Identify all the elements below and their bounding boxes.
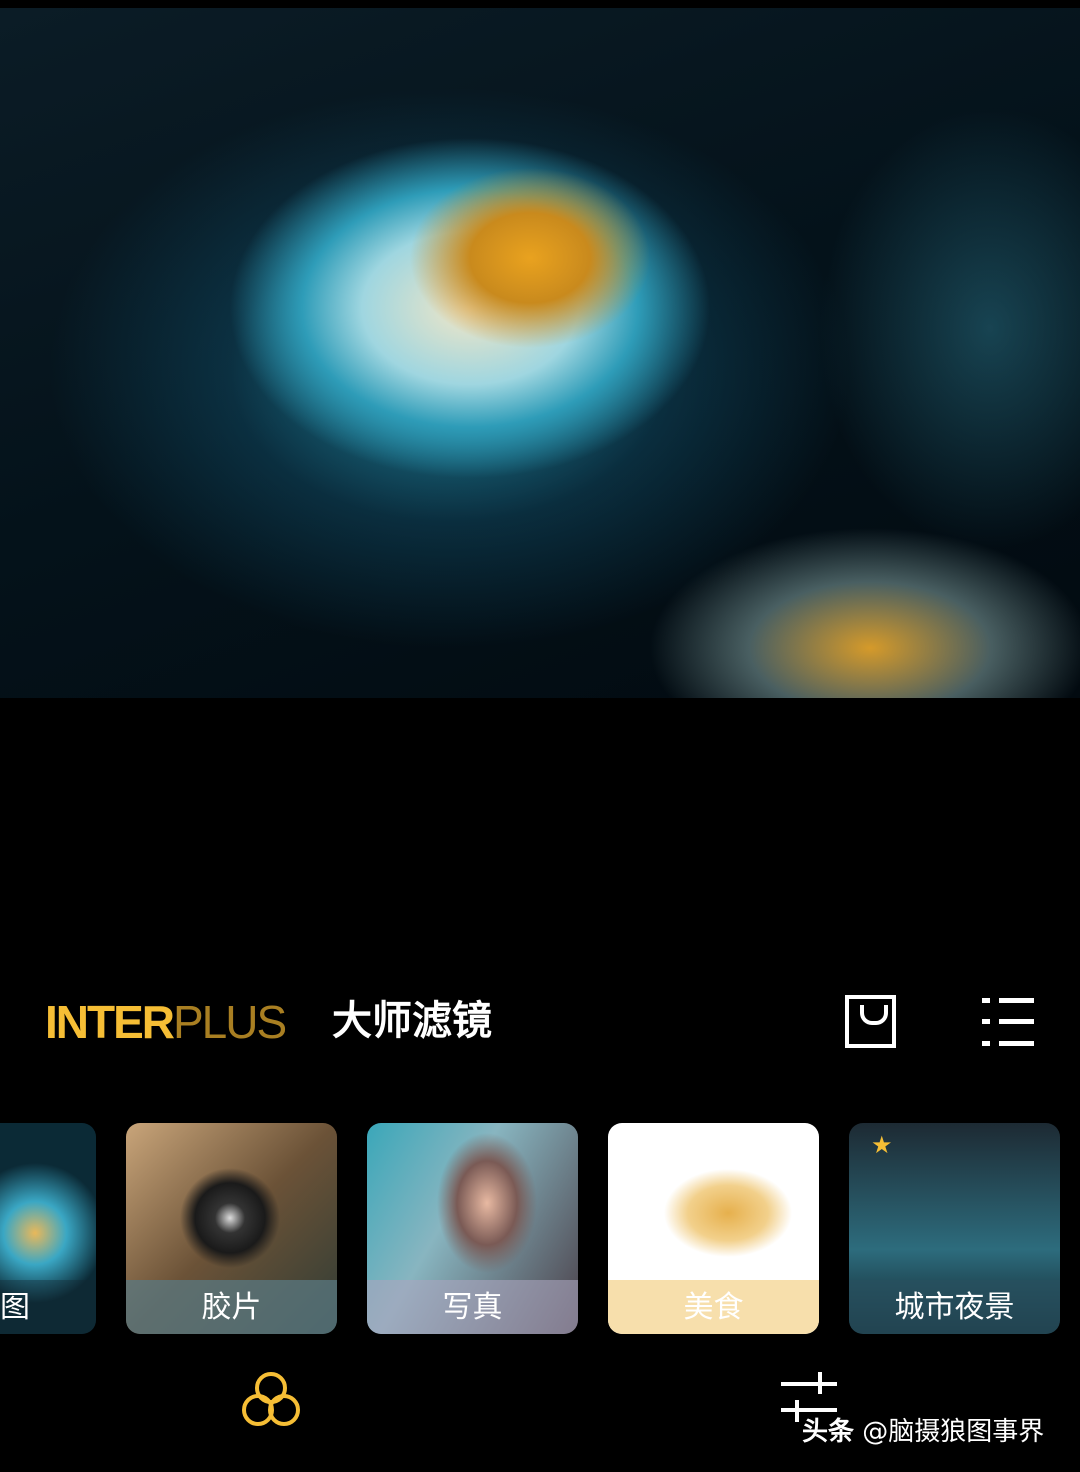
filter-toolbar: INTERPLUS 大师滤镜 xyxy=(0,990,1080,1054)
filter-card-food[interactable]: 美食 xyxy=(608,1123,819,1334)
filter-label: 图 xyxy=(0,1280,96,1334)
filter-card-original[interactable]: 图 xyxy=(0,1123,96,1334)
star-icon: ★ xyxy=(871,1131,893,1159)
filter-card-portrait[interactable]: 写真 xyxy=(367,1123,578,1334)
filter-card-film[interactable]: 胶片 xyxy=(126,1123,337,1334)
filter-label: 写真 xyxy=(367,1280,578,1334)
photo-preview xyxy=(0,8,1080,698)
filter-card-city-night[interactable]: ★ 城市夜景 xyxy=(849,1123,1060,1334)
shopping-bag-icon[interactable] xyxy=(845,995,896,1048)
filter-label: 美食 xyxy=(608,1280,819,1334)
section-title: 大师滤镜 xyxy=(332,998,492,1044)
filter-list[interactable]: 图 胶片 写真 美食 ★ 城市夜景 xyxy=(0,1123,1080,1334)
list-icon[interactable] xyxy=(982,998,1034,1046)
filter-label: 城市夜景 xyxy=(849,1280,1060,1334)
brand-logo: INTERPLUS xyxy=(45,996,287,1048)
filter-circles-icon[interactable] xyxy=(240,1370,302,1430)
filter-label: 胶片 xyxy=(126,1280,337,1334)
watermark: 头条 @脑摄狼图事界 xyxy=(802,1417,1045,1447)
